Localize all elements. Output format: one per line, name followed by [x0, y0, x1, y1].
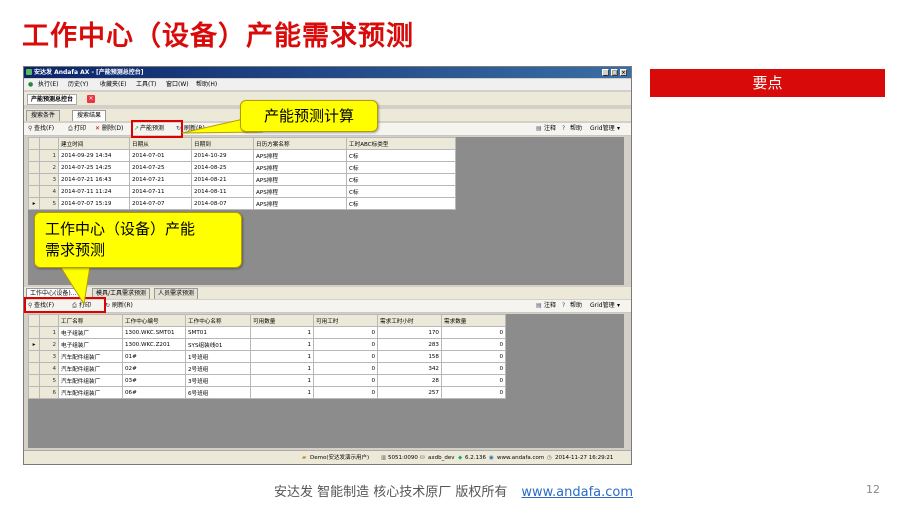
- callout-bottom-pointer: [59, 265, 91, 306]
- callout-workcenter-forecast: 工作中心（设备）产能 需求预测: [34, 212, 242, 268]
- footer-copyright: 安达发 智能制造 核心技术原厂 版权所有: [273, 485, 508, 500]
- callout-line-1: 工作中心（设备）产能: [45, 220, 196, 238]
- callout-forecast-calc-text: 产能预测计算: [263, 107, 354, 125]
- callout-line-2: 需求预测: [45, 241, 106, 259]
- callout-forecast-calc: 产能预测计算: [240, 100, 378, 132]
- footer: 安达发 智能制造 核心技术原厂 版权所有 www.andafa.com: [0, 481, 907, 500]
- footer-link[interactable]: www.andafa.com: [521, 485, 633, 500]
- page-number: 12: [866, 483, 880, 496]
